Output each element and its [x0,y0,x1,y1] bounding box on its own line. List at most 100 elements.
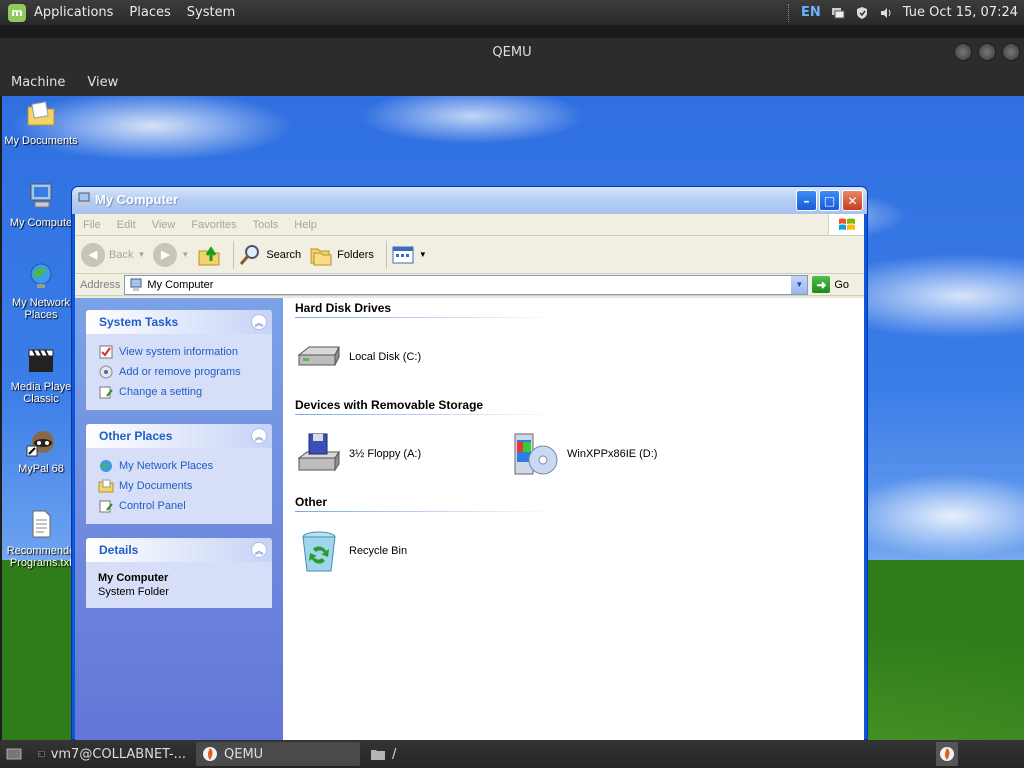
search-button[interactable]: Search [238,243,301,267]
item-cd-drive-d[interactable]: WinXPPx86IE (D:) [513,430,731,478]
mint-menu-icon[interactable]: m [8,3,26,22]
link-add-remove-programs[interactable]: Add or remove programs [98,362,260,382]
link-view-system-information[interactable]: View system information [98,342,260,362]
explorer-menubar: File Edit View Favorites Tools Help [75,214,864,236]
menu-view[interactable]: View [144,219,184,231]
link-my-documents[interactable]: My Documents [98,476,260,496]
toolbar-separator [233,240,235,269]
menu-edit[interactable]: Edit [109,219,144,231]
qemu-menu-machine[interactable]: Machine [0,75,76,90]
link-change-a-setting[interactable]: Change a setting [98,382,260,402]
address-dropdown-button[interactable]: ▼ [791,275,808,294]
taskbar-item-qemu[interactable]: QEMU [196,742,360,766]
hard-disk-icon [297,346,340,366]
explorer-client-area: File Edit View Favorites Tools Help ◀ Ba… [75,214,864,741]
minimize-button[interactable]: – [796,190,817,211]
menu-places[interactable]: Places [121,5,178,20]
network-icon[interactable] [831,6,845,20]
taskbar-item-label: vm7@COLLABNET-... [50,746,186,762]
go-arrow-icon: ➜ [812,276,831,293]
maximize-button[interactable]: □ [819,190,840,211]
desktop-icon-label: Media Playe Classic [10,381,72,405]
item-label: 3½ Floppy (A:) [349,448,422,460]
removable-items: 3½ Floppy (A:) WinXPPx86IE (D:) [295,415,864,493]
back-dropdown-icon[interactable]: ▼ [137,250,145,259]
item-recycle-bin[interactable]: Recycle Bin [295,527,513,575]
explorer-titlebar[interactable]: My Computer – □ ✕ [72,187,867,214]
floppy-drive-icon [297,433,340,472]
clock[interactable]: Tue Oct 15, 07:24 [903,5,1018,20]
back-arrow-icon: ◀ [81,242,105,267]
system-info-icon [99,345,113,359]
close-button[interactable]: ✕ [842,190,863,211]
address-input[interactable]: My Computer ▼ [124,274,809,295]
add-remove-programs-icon [99,365,113,379]
taskbar-item-terminal[interactable]: vm7@COLLABNET-... [32,742,192,766]
menu-applications[interactable]: Applications [26,5,121,20]
system-tasks-header[interactable]: System Tasks ︽ [86,310,272,334]
taskbar-item-label: / [392,746,397,762]
show-desktop-button[interactable] [0,742,28,766]
raccoon-icon [26,431,54,457]
menu-help[interactable]: Help [286,219,325,231]
qemu-maximize-button[interactable] [978,43,996,61]
collapse-chevron-icon[interactable]: ︽ [251,314,267,330]
desktop-icon-my-network-places[interactable]: My Network Places [2,260,80,321]
other-places-header[interactable]: Other Places ︽ [86,424,272,448]
item-local-disk-c[interactable]: Local Disk (C:) [295,333,513,381]
taskbar-item-file-manager[interactable]: / [364,742,402,766]
hard-disk-items: Local Disk (C:) [295,318,864,396]
forward-button[interactable]: ▶ ▼ [153,242,189,267]
link-my-network-places[interactable]: My Network Places [98,456,260,476]
desktop-icon-my-documents[interactable]: My Documents [2,98,80,147]
control-panel-setting-icon [99,386,113,399]
shield-icon[interactable] [855,6,869,20]
back-button[interactable]: ◀ Back ▼ [81,242,145,267]
desktop-icon-label: MyPal 68 [18,463,64,475]
workspace-switcher[interactable] [936,742,958,766]
menu-tools[interactable]: Tools [245,219,287,231]
item-floppy-a[interactable]: 3½ Floppy (A:) [295,430,513,478]
qemu-icon [203,747,217,761]
qemu-titlebar[interactable]: QEMU [0,38,1024,68]
items-pane[interactable]: Hard Disk Drives Local Disk (C:) Devices… [283,298,864,741]
views-button[interactable]: ▼ [391,244,427,266]
desktop-icon-recommended-programs[interactable]: Recommende Programs.txt [2,508,80,569]
up-button[interactable] [197,243,221,267]
views-icon [392,246,414,263]
qemu-close-button[interactable] [1002,43,1020,61]
desktop-icon-label: My Network Places [11,297,71,321]
search-icon [240,244,260,265]
qemu-minimize-button[interactable] [954,43,972,61]
go-button[interactable]: ➜ Go [812,276,849,293]
details-name: My Computer [98,572,169,584]
group-title-other: Other [295,495,328,509]
link-label: Add or remove programs [119,366,241,378]
item-label: WinXPPx86IE (D:) [567,448,658,460]
details-header[interactable]: Details ︽ [86,538,272,562]
desktop-icon-media-player-classic[interactable]: Media Playe Classic [2,344,80,405]
qemu-menu-view[interactable]: View [76,75,129,90]
collapse-chevron-icon[interactable]: ︽ [251,542,267,558]
keyboard-layout-indicator[interactable]: EN [801,5,821,20]
desktop-icon-label: My Documents [4,135,78,147]
desktop-icon-my-computer[interactable]: My Compute [2,180,80,229]
group-title-hard-disk-drives: Hard Disk Drives [295,301,392,315]
folders-button[interactable]: Folders [309,243,374,267]
task-pane: System Tasks ︽ View system information A… [75,298,283,741]
menu-file[interactable]: File [75,219,109,231]
qemu-menubar: Machine View [0,68,1024,96]
window-gap [0,25,1024,38]
menu-system[interactable]: System [179,5,243,20]
other-items: Recycle Bin [295,512,864,590]
desktop-icon-mypal[interactable]: MyPal 68 [2,426,80,475]
link-control-panel[interactable]: Control Panel [98,496,260,516]
explorer-toolbar: ◀ Back ▼ ▶ ▼ Search Folders ▼ [75,236,864,274]
item-label: Local Disk (C:) [349,351,422,363]
forward-dropdown-icon[interactable]: ▼ [181,250,189,259]
collapse-chevron-icon[interactable]: ︽ [251,428,267,444]
menu-favorites[interactable]: Favorites [183,219,244,231]
address-value: My Computer [147,278,214,291]
control-panel-small-icon [99,500,113,513]
volume-icon[interactable] [879,6,893,20]
